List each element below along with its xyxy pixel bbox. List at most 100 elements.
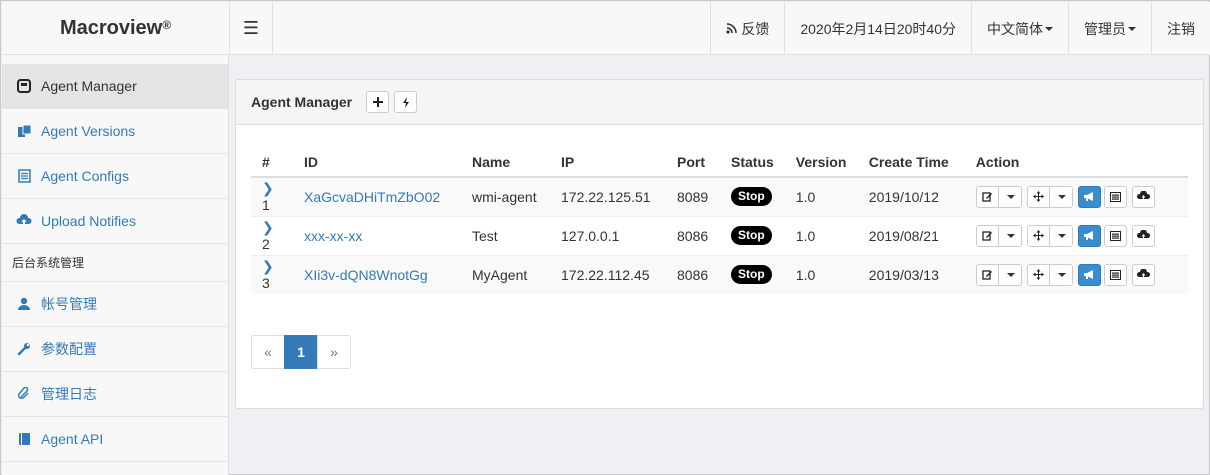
caret-down-icon	[1057, 233, 1066, 238]
row-number: 2	[262, 236, 270, 252]
user-label: 管理员	[1084, 20, 1126, 37]
row-number: 1	[262, 197, 270, 214]
agent-ip: 172.22.125.51	[550, 176, 666, 216]
sidebar-item-logs[interactable]: 管理日志	[2, 372, 228, 417]
move-dropdown-toggle[interactable]	[1049, 263, 1073, 286]
edit-button[interactable]	[975, 224, 999, 247]
column-header: Status	[720, 147, 785, 178]
chevron-right-icon[interactable]: ❯	[262, 258, 274, 274]
sidebar-item-accounts[interactable]: 帐号管理	[2, 282, 228, 327]
move-dropdown-toggle[interactable]	[1049, 224, 1073, 247]
agent-port: 8089	[666, 176, 720, 216]
sidebar-item-agent-api[interactable]: Agent API	[2, 417, 228, 462]
agent-id-cell: XaGcvaDHiTmZbO02	[293, 176, 461, 216]
move-button[interactable]	[1026, 224, 1050, 247]
caret-down-icon	[1006, 233, 1015, 238]
prev-page-button[interactable]: «	[251, 335, 285, 369]
row-number-cell[interactable]: ❯3	[251, 254, 293, 294]
list-icon	[1109, 230, 1121, 241]
move-icon	[1032, 191, 1044, 203]
sidebar-item-agent-configs[interactable]: Agent Configs	[2, 154, 228, 199]
sidebar-item-label: 参数配置	[41, 341, 97, 357]
cloud-upload-icon	[1136, 230, 1150, 240]
brand-logo[interactable]: Macroview ®	[2, 2, 230, 55]
agent-ip: 172.22.112.45	[550, 254, 666, 294]
versions-icon	[16, 123, 32, 139]
add-agent-button[interactable]	[366, 91, 390, 113]
agent-id-link[interactable]: xxx-xx-xx	[304, 228, 362, 244]
datetime-text: 2020年2月14日20时40分	[800, 20, 956, 37]
sidebar-item-agent-manager[interactable]: Agent Manager	[2, 64, 228, 109]
action-cell	[964, 176, 1188, 216]
upload-icon	[16, 213, 32, 229]
language-label: 中文简体	[987, 20, 1043, 37]
list-button[interactable]	[1103, 185, 1127, 208]
list-icon	[1109, 269, 1121, 280]
sidebar-item-agent-versions[interactable]: Agent Versions	[2, 109, 228, 154]
edit-dropdown-toggle[interactable]	[998, 224, 1022, 247]
caret-down-icon	[1128, 26, 1136, 31]
status-badge: Stop	[731, 265, 772, 285]
move-button[interactable]	[1026, 263, 1050, 286]
notify-button[interactable]	[1077, 185, 1101, 208]
language-dropdown[interactable]: 中文简体	[971, 2, 1068, 55]
edit-button[interactable]	[975, 263, 999, 286]
agent-version: 1.0	[784, 176, 858, 216]
row-number-cell[interactable]: ❯2	[251, 215, 293, 255]
row-number-cell[interactable]: ❯1	[251, 176, 293, 216]
column-header: Action	[964, 147, 1188, 178]
panel-title: Agent Manager	[251, 94, 353, 110]
column-header: Create Time	[857, 147, 965, 178]
list-button[interactable]	[1103, 263, 1127, 286]
move-dropdown-toggle[interactable]	[1049, 185, 1073, 208]
sidebar-item-label: Agent Versions	[41, 123, 136, 139]
upload-button[interactable]	[1131, 224, 1155, 247]
notify-button[interactable]	[1077, 224, 1101, 247]
bolt-icon	[402, 96, 409, 108]
agent-id-link[interactable]: XIi3v-dQN8WnotGg	[304, 267, 428, 283]
caret-down-icon	[1057, 272, 1066, 277]
logout-link[interactable]: 注销	[1151, 2, 1210, 55]
quick-action-button[interactable]	[394, 91, 418, 113]
sidebar-item-label: Agent Configs	[41, 168, 129, 184]
list-button[interactable]	[1103, 224, 1127, 247]
plus-icon	[372, 97, 383, 107]
sidebar-item-label: 管理日志	[41, 386, 97, 402]
agent-port: 8086	[666, 215, 720, 255]
panel-header: Agent Manager	[236, 80, 1203, 125]
upload-button[interactable]	[1131, 263, 1155, 286]
move-button[interactable]	[1026, 185, 1050, 208]
agent-id-link[interactable]: XaGcvaDHiTmZbO02	[304, 189, 440, 205]
page-button-current[interactable]: 1	[284, 335, 318, 369]
edit-dropdown-toggle[interactable]	[998, 263, 1022, 286]
edit-icon	[982, 192, 992, 202]
table-header-row: # ID Name IP Port Status Version Create …	[251, 147, 1188, 178]
logout-label: 注销	[1167, 20, 1195, 37]
notify-button[interactable]	[1077, 263, 1101, 286]
caret-down-icon	[1006, 194, 1015, 199]
agent-manager-panel: Agent Manager # ID Name IP Port Status V…	[235, 79, 1204, 409]
caret-down-icon	[1057, 194, 1066, 199]
action-cell	[964, 215, 1188, 255]
top-nav-right: 反馈 2020年2月14日20时40分 中文简体 管理员 注销	[710, 2, 1210, 55]
edit-dropdown-toggle[interactable]	[998, 185, 1022, 208]
menu-toggle-button[interactable]: ☰	[230, 2, 273, 55]
user-dropdown[interactable]: 管理员	[1068, 2, 1151, 55]
hamburger-icon: ☰	[242, 18, 260, 38]
chevron-right-icon[interactable]: ❯	[262, 180, 274, 196]
agent-version: 1.0	[784, 254, 858, 294]
upload-button[interactable]	[1131, 185, 1155, 208]
chevron-right-icon[interactable]: ❯	[262, 219, 274, 235]
agent-create-time: 2019/03/13	[857, 254, 965, 294]
sidebar-item-upload-notifies[interactable]: Upload Notifies	[2, 199, 228, 244]
bullhorn-icon	[1084, 231, 1094, 240]
sidebar-item-params[interactable]: 参数配置	[2, 327, 228, 372]
column-header: ID	[293, 147, 461, 178]
table-row: ❯2 xxx-xx-xx Test 127.0.0.1 8086 Stop 1.…	[251, 215, 1188, 255]
next-page-button[interactable]: »	[317, 335, 351, 369]
edit-button[interactable]	[975, 185, 999, 208]
status-cell: Stop	[720, 254, 785, 294]
rss-icon	[726, 23, 738, 34]
agent-create-time: 2019/08/21	[857, 215, 965, 255]
feedback-link[interactable]: 反馈	[710, 2, 784, 55]
